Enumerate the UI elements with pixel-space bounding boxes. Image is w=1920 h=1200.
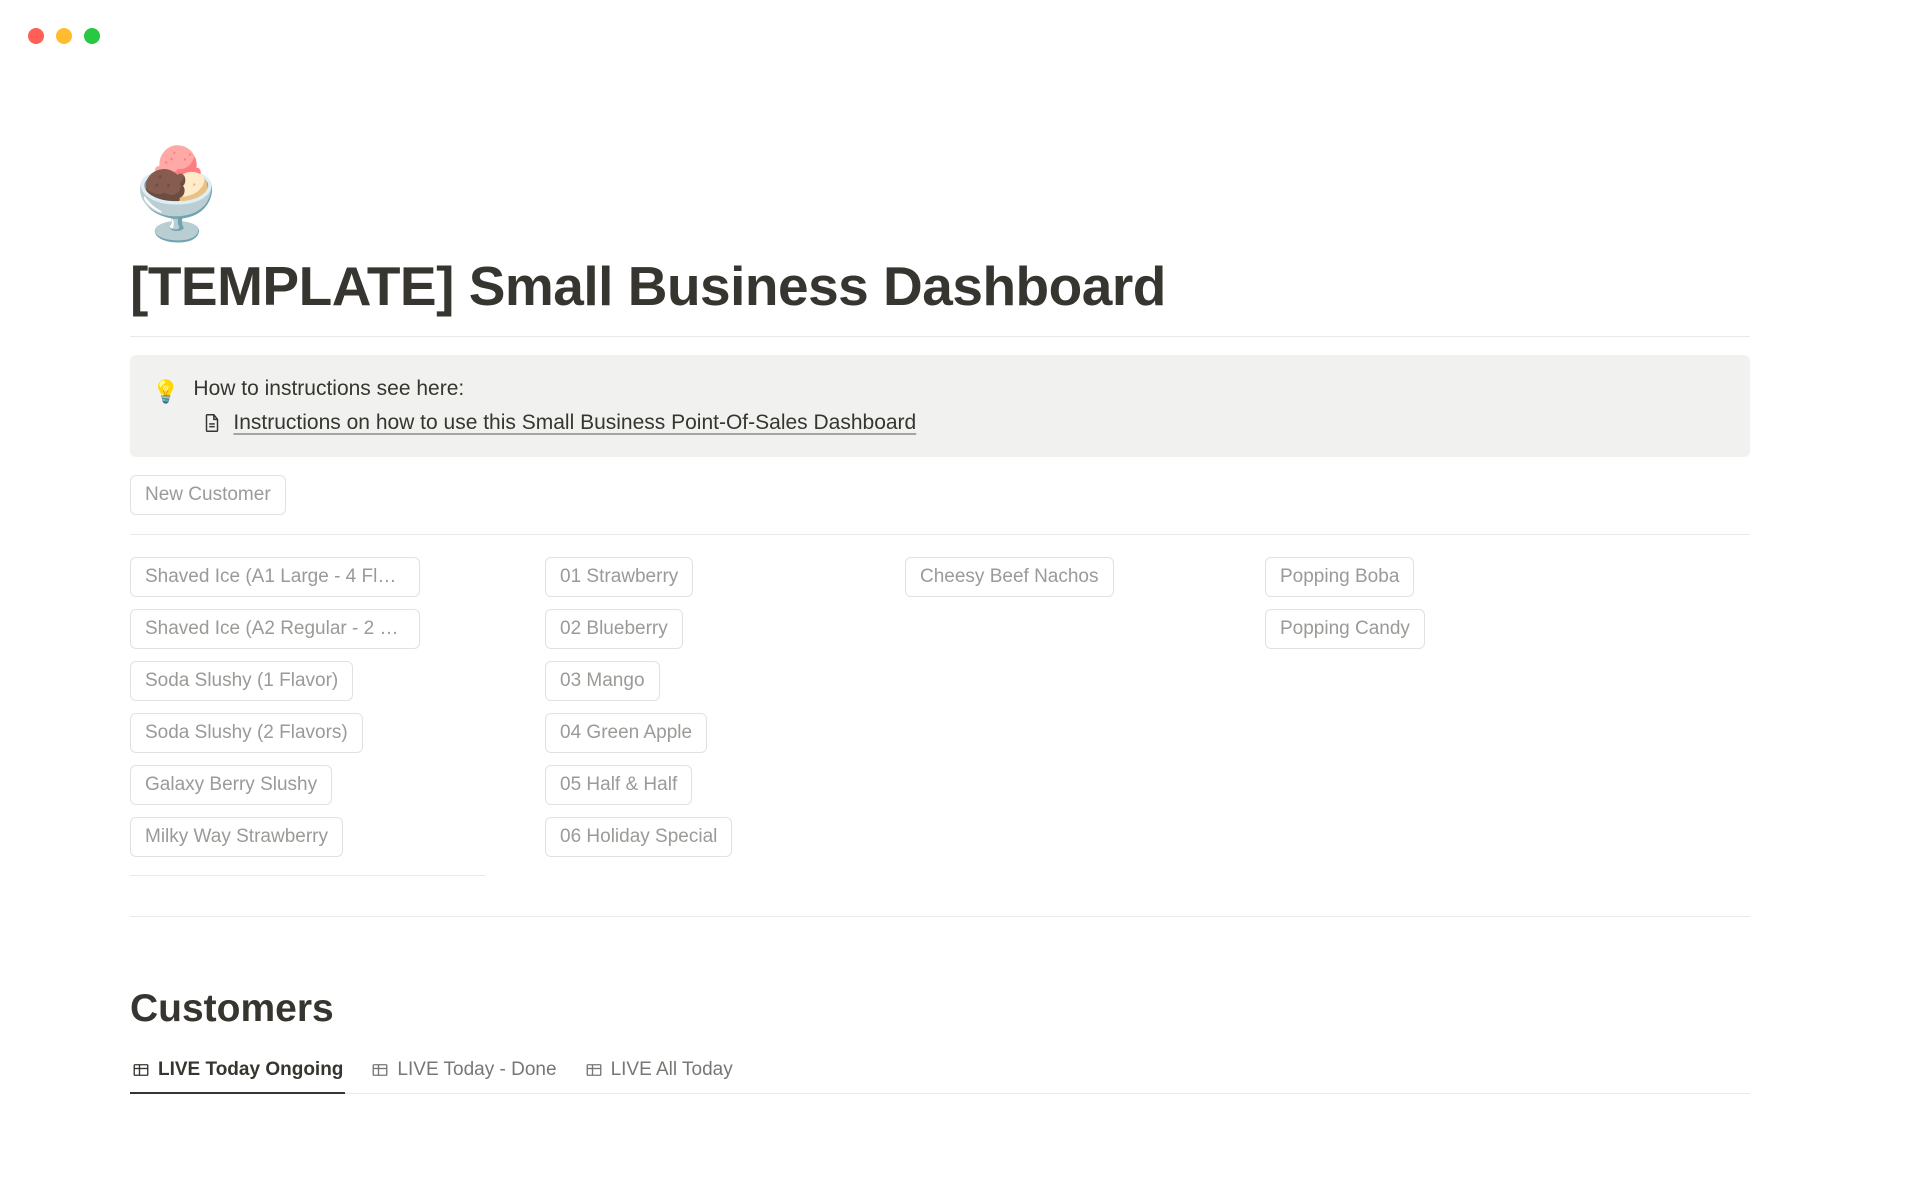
product-button[interactable]: Cheesy Beef Nachos (905, 557, 1114, 597)
table-icon (585, 1061, 603, 1079)
tab-live-all-today[interactable]: LIVE All Today (583, 1049, 735, 1093)
product-button[interactable]: 01 Strawberry (545, 557, 693, 597)
table-icon (132, 1061, 150, 1079)
callout-text: How to instructions see here: (193, 377, 1728, 401)
product-button[interactable]: 06 Holiday Special (545, 817, 732, 857)
table-icon (371, 1061, 389, 1079)
window-controls (28, 28, 100, 44)
product-button[interactable]: 03 Mango (545, 661, 660, 701)
customers-view-tabs: LIVE Today Ongoing LIVE Today - Done LIV… (130, 1049, 1750, 1094)
callout-link-row: Instructions on how to use this Small Bu… (193, 411, 1728, 435)
callout-block: 💡 How to instructions see here: Instruct… (130, 355, 1750, 457)
callout-body: How to instructions see here: Instructio… (193, 377, 1728, 435)
divider (130, 916, 1750, 917)
minimize-window-button[interactable] (56, 28, 72, 44)
page-title: [TEMPLATE] Small Business Dashboard (130, 254, 1750, 318)
product-button[interactable]: 02 Blueberry (545, 609, 683, 649)
product-button[interactable]: Milky Way Strawberry (130, 817, 343, 857)
product-button[interactable]: Soda Slushy (2 Flavors) (130, 713, 363, 753)
product-button[interactable]: Popping Candy (1265, 609, 1425, 649)
instructions-link[interactable]: Instructions on how to use this Small Bu… (233, 411, 916, 435)
tab-live-today-done[interactable]: LIVE Today - Done (369, 1049, 558, 1093)
tab-live-today-ongoing[interactable]: LIVE Today Ongoing (130, 1049, 345, 1093)
tab-label: LIVE All Today (611, 1059, 733, 1081)
product-column-4: Popping Boba Popping Candy (1265, 557, 1565, 876)
page-icon (201, 412, 223, 434)
page-content: 🍨 [TEMPLATE] Small Business Dashboard 💡 … (0, 0, 1880, 1094)
product-button[interactable]: Shaved Ice (A2 Regular - 2 Flav... (130, 609, 420, 649)
product-column-3: Cheesy Beef Nachos (905, 557, 1205, 876)
product-button[interactable]: Popping Boba (1265, 557, 1414, 597)
tab-label: LIVE Today - Done (397, 1059, 556, 1081)
lightbulb-icon: 💡 (152, 377, 179, 435)
new-customer-button[interactable]: New Customer (130, 475, 286, 515)
product-button[interactable]: 04 Green Apple (545, 713, 707, 753)
product-column-2: 01 Strawberry 02 Blueberry 03 Mango 04 G… (545, 557, 845, 876)
product-button[interactable]: Shaved Ice (A1 Large - 4 Flavors) (130, 557, 420, 597)
product-button[interactable]: Galaxy Berry Slushy (130, 765, 332, 805)
product-button[interactable]: 05 Half & Half (545, 765, 692, 805)
product-column-1: Shaved Ice (A1 Large - 4 Flavors) Shaved… (130, 557, 485, 876)
tab-label: LIVE Today Ongoing (158, 1059, 343, 1081)
divider (130, 336, 1750, 337)
maximize-window-button[interactable] (84, 28, 100, 44)
customers-heading: Customers (130, 987, 1750, 1031)
product-button[interactable]: Soda Slushy (1 Flavor) (130, 661, 353, 701)
page-emoji-icon[interactable]: 🍨 (122, 150, 1750, 238)
close-window-button[interactable] (28, 28, 44, 44)
divider (130, 534, 1750, 535)
product-columns: Shaved Ice (A1 Large - 4 Flavors) Shaved… (130, 557, 1750, 876)
